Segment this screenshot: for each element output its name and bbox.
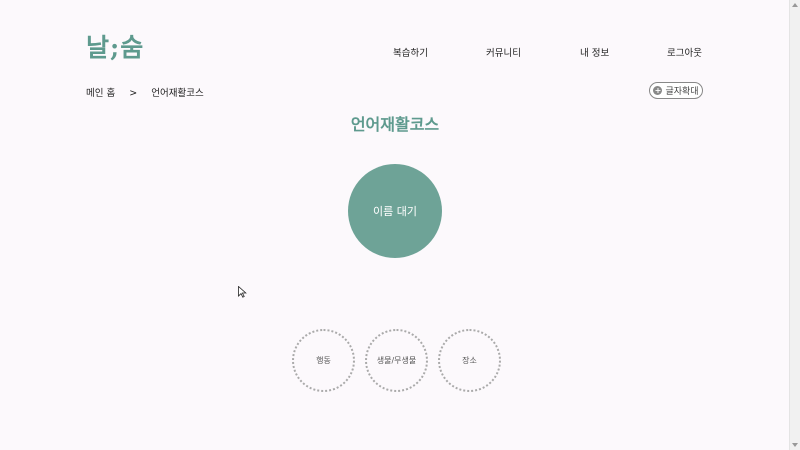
name-recall-label: 이름 대기: [373, 205, 417, 218]
category-place-label: 장소: [462, 356, 477, 365]
breadcrumb-home[interactable]: 메인 홈: [86, 88, 115, 99]
category-living-nonliving-label: 생물/무생물: [376, 356, 417, 365]
category-action-button[interactable]: 행동: [292, 329, 355, 392]
nav-my-info[interactable]: 내 정보: [580, 45, 609, 59]
text-zoom-button[interactable]: + 글자확대: [649, 82, 703, 99]
logo[interactable]: 날;숨: [86, 28, 144, 64]
scroll-down-icon[interactable]: [792, 443, 798, 447]
name-recall-button[interactable]: 이름 대기: [348, 164, 442, 258]
breadcrumb-separator: >: [129, 88, 138, 99]
scrollbar[interactable]: [789, 0, 800, 450]
nav-community[interactable]: 커뮤니티: [486, 45, 521, 59]
nav-logout[interactable]: 로그아웃: [667, 45, 702, 59]
scroll-up-icon[interactable]: [792, 3, 798, 7]
category-place-button[interactable]: 장소: [438, 329, 501, 392]
page-title: 언어재활코스: [350, 115, 440, 134]
category-action-label: 행동: [316, 356, 331, 365]
nav-review[interactable]: 복습하기: [393, 45, 428, 59]
text-zoom-label: 글자확대: [665, 87, 699, 97]
plus-icon: +: [653, 86, 663, 95]
breadcrumb: 메인 홈 > 언어재활코스: [86, 85, 215, 99]
mouse-cursor-icon: [238, 286, 247, 298]
category-living-nonliving-button[interactable]: 생물/무생물: [365, 329, 428, 392]
breadcrumb-current: 언어재활코스: [151, 88, 204, 99]
